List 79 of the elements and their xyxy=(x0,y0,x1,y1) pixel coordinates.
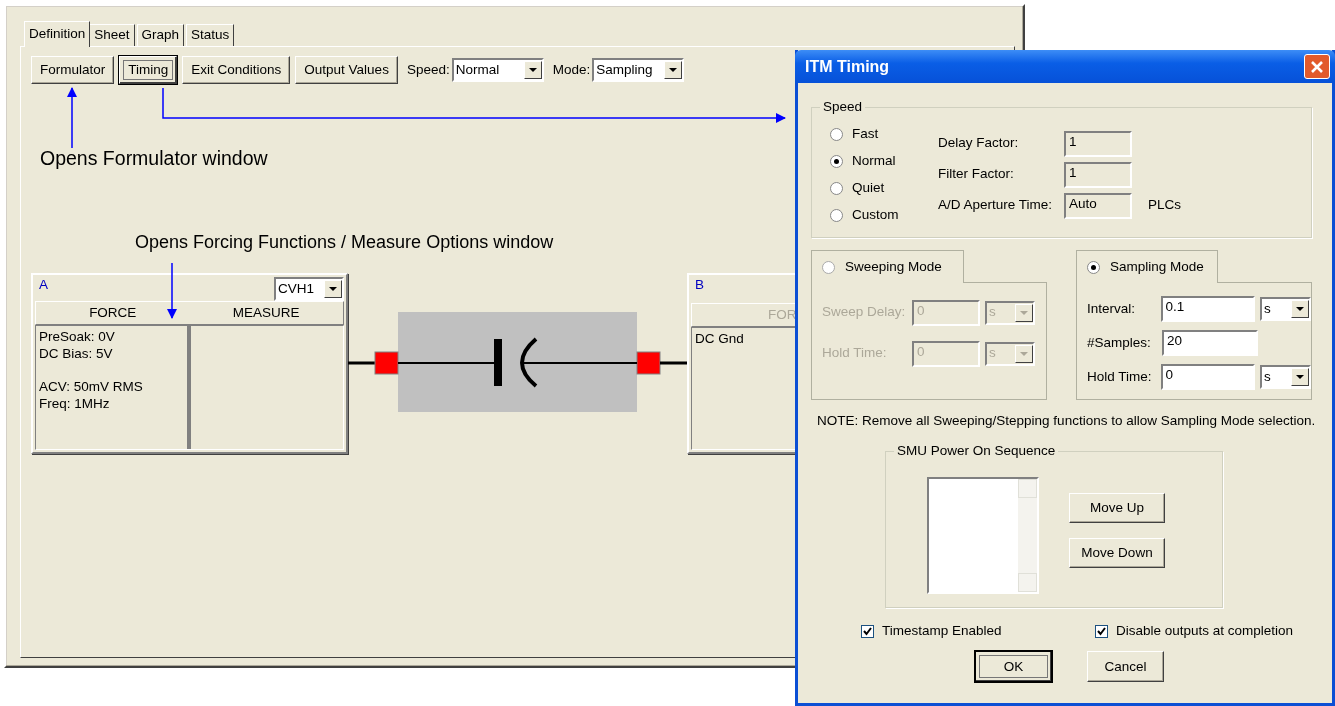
checkbox-label: Disable outputs at completion xyxy=(1116,623,1294,640)
radio-button[interactable] xyxy=(830,155,843,168)
force-setting: PreSoak: 0V xyxy=(39,328,116,345)
tab[interactable]: Sheet xyxy=(89,24,135,46)
caret-icon xyxy=(324,280,342,298)
unit-dropdown[interactable]: s xyxy=(1259,297,1311,321)
checkbox-label: Timestamp Enabled xyxy=(882,623,1002,640)
force-setting: Freq: 1MHz xyxy=(39,395,111,412)
caret-icon xyxy=(523,61,542,79)
caret-icon xyxy=(1291,368,1309,386)
note-text: NOTE: Remove all Sweeping/Stepping functions to allow Sampling Mode selection. xyxy=(817,413,1312,430)
force-setting: DC Gnd xyxy=(695,330,745,347)
toolbar-button[interactable]: Timing xyxy=(119,56,178,84)
tab[interactable]: Definition xyxy=(24,21,91,47)
field-label: A/D Aperture Time: xyxy=(938,197,1054,214)
field-label: Speed: xyxy=(406,61,450,79)
field-label: Delay Factor: xyxy=(938,135,1020,152)
annotation-arrow xyxy=(167,262,177,319)
field-label: #Samples: xyxy=(1087,334,1152,352)
dialog-button[interactable]: Cancel xyxy=(1087,651,1164,683)
column-header: FOR xyxy=(768,306,797,324)
annotation-text: Opens Formulator window xyxy=(40,147,268,171)
input-field[interactable]: 20 xyxy=(1162,330,1258,356)
input-field: 0 xyxy=(912,299,980,326)
radio-button[interactable] xyxy=(830,209,843,222)
sequence-button[interactable]: Move Down xyxy=(1069,538,1165,569)
group-label: SMU Power On Sequence xyxy=(894,443,1059,460)
field-label: Hold Time: xyxy=(1087,368,1153,386)
field-label: Sweep Delay: xyxy=(822,304,907,321)
mode-dropdown[interactable]: Sampling xyxy=(592,58,685,82)
close-button[interactable] xyxy=(1304,54,1330,79)
list-box[interactable] xyxy=(927,477,1039,595)
unit-label: PLCs xyxy=(1148,197,1181,214)
toolbar-button[interactable]: Output Values xyxy=(295,56,398,84)
terminal-dropdown[interactable]: CVH1 xyxy=(274,277,344,301)
column-header: MEASURE xyxy=(231,304,301,322)
caret-icon xyxy=(1015,303,1033,322)
mode-tab[interactable]: Sampling Mode xyxy=(1076,250,1218,283)
speed-dropdown[interactable]: Normal xyxy=(451,58,544,82)
instrument-name: A xyxy=(39,277,48,294)
readonly-field: Auto xyxy=(1064,192,1132,219)
toolbar-button[interactable]: Formulator xyxy=(31,56,115,84)
field-label: Hold Time: xyxy=(822,345,888,362)
caret-icon xyxy=(664,61,683,79)
tab[interactable]: Status xyxy=(186,24,235,46)
force-setting: DC Bias: 5V xyxy=(39,345,114,362)
force-setting: ACV: 50mV RMS xyxy=(39,378,144,395)
option-label: Normal xyxy=(852,153,896,170)
toolbar-button[interactable]: Exit Conditions xyxy=(182,56,291,84)
checkbox[interactable] xyxy=(861,624,874,638)
dialog-button[interactable]: OK xyxy=(975,651,1052,683)
group-label: Speed xyxy=(820,99,866,116)
sequence-button[interactable]: Move Up xyxy=(1069,493,1165,524)
window-title: ITM Timing xyxy=(805,56,890,77)
instrument-name: B xyxy=(695,277,704,294)
option-label: Custom xyxy=(852,207,899,224)
field-label: Filter Factor: xyxy=(938,166,1015,183)
scrollbar[interactable] xyxy=(1018,479,1037,593)
input-field[interactable]: 0 xyxy=(1160,364,1255,390)
close-icon xyxy=(1310,59,1324,74)
checkbox[interactable] xyxy=(1095,624,1108,638)
radio-button[interactable] xyxy=(830,182,843,195)
tab[interactable]: Graph xyxy=(136,24,185,46)
option-label: Quiet xyxy=(852,180,885,197)
option-label: Fast xyxy=(852,126,879,143)
radio-button[interactable] xyxy=(1087,260,1100,274)
readonly-field: 1 xyxy=(1064,130,1132,157)
readonly-field: 1 xyxy=(1064,161,1132,188)
annotation-arrow xyxy=(67,87,77,149)
input-field: 0 xyxy=(912,340,980,367)
caret-icon xyxy=(1015,344,1033,363)
column-header: FORCE xyxy=(88,304,138,322)
input-field[interactable]: 0.1 xyxy=(1160,296,1255,322)
unit-dropdown[interactable]: s xyxy=(1259,365,1311,389)
radio-button[interactable] xyxy=(830,128,843,141)
annotation-text: Opens Forcing Functions / Measure Options window xyxy=(135,232,554,254)
caret-icon xyxy=(1291,300,1309,318)
field-label: Mode: xyxy=(552,61,591,79)
field-label: Interval: xyxy=(1087,300,1137,318)
